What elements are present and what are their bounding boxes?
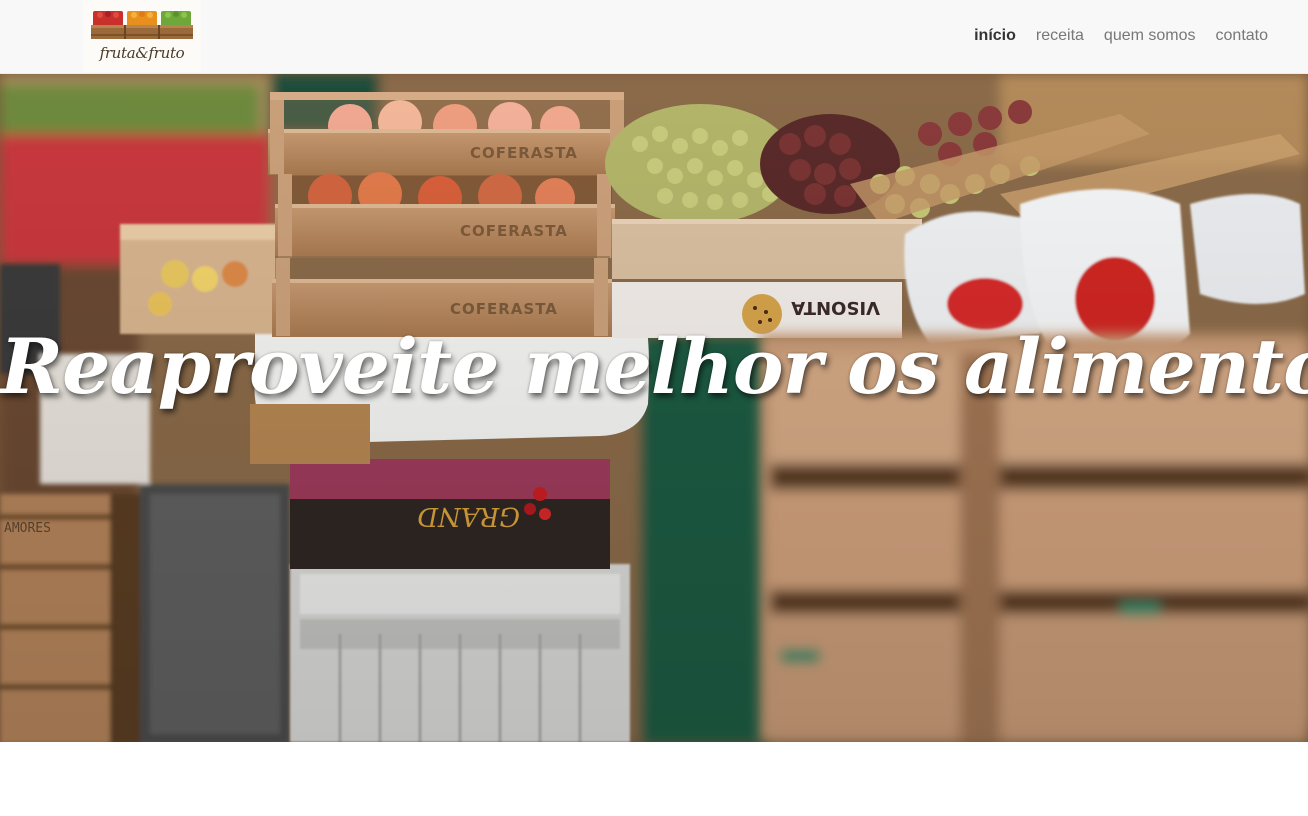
- navbar: fruta&fruto início receita quem somos co…: [0, 0, 1308, 74]
- fruit-crates-logo-icon: [91, 11, 193, 39]
- hero-banner: AMORES GRAND: [0, 74, 1308, 742]
- nav-item-receita[interactable]: receita: [1036, 24, 1084, 48]
- brand-name: fruta&fruto: [99, 44, 185, 62]
- brand-logo-link[interactable]: fruta&fruto: [83, 0, 201, 72]
- page-content-area: [0, 742, 1308, 816]
- hero-title: Reaproveite melhor os alimentos!: [0, 322, 1308, 411]
- main-nav: início receita quem somos contato: [974, 24, 1268, 48]
- nav-item-inicio[interactable]: início: [974, 24, 1016, 48]
- nav-item-quem-somos[interactable]: quem somos: [1104, 24, 1196, 48]
- nav-item-contato[interactable]: contato: [1216, 24, 1268, 48]
